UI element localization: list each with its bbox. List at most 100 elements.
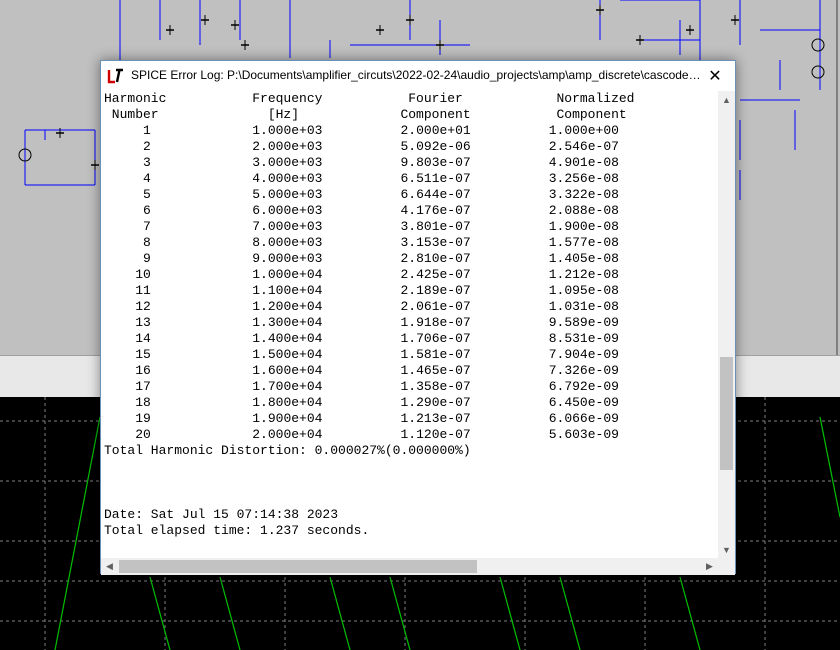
spice-error-log-dialog: SPICE Error Log: P:\Documents\amplifier_… xyxy=(100,60,736,575)
normalized-component-value: 2.088e-08 xyxy=(548,203,619,218)
frequency-value: 1.000e+03 xyxy=(252,123,323,138)
table-header-line-1: Harmonic Frequency Fourier Normalized xyxy=(104,91,635,106)
fourier-component-value: 3.801e-07 xyxy=(400,219,471,234)
harmonic-number: 2 xyxy=(143,139,151,154)
scroll-left-arrow-icon[interactable]: ◀ xyxy=(101,558,118,575)
elapsed-time-line: Total elapsed time: 1.237 seconds. xyxy=(104,523,370,538)
fourier-component-value: 1.581e-07 xyxy=(400,347,471,362)
table-row: 3 3.000e+03 9.803e-07 4.901e-08 xyxy=(104,155,619,170)
frequency-value: 1.000e+04 xyxy=(252,267,323,282)
waveform-trace xyxy=(389,576,411,650)
table-row: 10 1.000e+04 2.425e-07 1.212e-08 xyxy=(104,267,619,282)
harmonic-number: 1 xyxy=(143,123,151,138)
frequency-value: 1.900e+04 xyxy=(252,411,323,426)
harmonic-number: 10 xyxy=(135,267,151,282)
fourier-component-value: 2.810e-07 xyxy=(400,251,471,266)
ltspice-icon xyxy=(107,67,125,85)
waveform-trace xyxy=(54,416,101,650)
horizontal-scrollbar[interactable]: ◀ ▶ xyxy=(101,558,718,575)
fourier-component-value: 2.425e-07 xyxy=(400,267,471,282)
harmonic-number: 20 xyxy=(135,427,151,442)
table-row: 11 1.100e+04 2.189e-07 1.095e-08 xyxy=(104,283,619,298)
voltage-source-icon xyxy=(811,38,825,52)
frequency-value: 1.200e+04 xyxy=(252,299,323,314)
vertical-scroll-thumb[interactable] xyxy=(720,357,733,470)
harmonic-number: 9 xyxy=(143,251,151,266)
frequency-value: 2.000e+03 xyxy=(252,139,323,154)
table-row: 1 1.000e+03 2.000e+01 1.000e+00 xyxy=(104,123,619,138)
log-content[interactable]: Harmonic Frequency Fourier Normalized Nu… xyxy=(101,91,718,558)
frequency-value: 9.000e+03 xyxy=(252,251,323,266)
fourier-component-value: 1.465e-07 xyxy=(400,363,471,378)
normalized-component-value: 4.901e-08 xyxy=(548,155,619,170)
normalized-component-value: 7.326e-09 xyxy=(548,363,619,378)
table-row: 18 1.800e+04 1.290e-07 6.450e-09 xyxy=(104,395,619,410)
normalized-component-value: 5.603e-09 xyxy=(548,427,619,442)
normalized-component-value: 2.546e-07 xyxy=(548,139,619,154)
frequency-value: 4.000e+03 xyxy=(252,171,323,186)
table-row: 5 5.000e+03 6.644e-07 3.322e-08 xyxy=(104,187,619,202)
normalized-component-value: 1.000e+00 xyxy=(548,123,619,138)
harmonic-number: 12 xyxy=(135,299,151,314)
table-row: 9 9.000e+03 2.810e-07 1.405e-08 xyxy=(104,251,619,266)
harmonic-number: 7 xyxy=(143,219,151,234)
table-row: 8 8.000e+03 3.153e-07 1.577e-08 xyxy=(104,235,619,250)
fourier-component-value: 6.644e-07 xyxy=(400,187,471,202)
scroll-down-arrow-icon[interactable]: ▼ xyxy=(718,541,735,558)
fourier-component-value: 2.000e+01 xyxy=(400,123,471,138)
horizontal-scroll-thumb[interactable] xyxy=(119,560,477,573)
vertical-scrollbar[interactable]: ▲ ▼ xyxy=(718,91,735,558)
waveform-trace xyxy=(819,416,840,518)
normalized-component-value: 8.531e-09 xyxy=(548,331,619,346)
harmonic-number: 16 xyxy=(135,363,151,378)
frequency-value: 7.000e+03 xyxy=(252,219,323,234)
fourier-component-value: 1.358e-07 xyxy=(400,379,471,394)
fourier-component-value: 2.189e-07 xyxy=(400,283,471,298)
close-button[interactable]: ✕ xyxy=(695,61,735,91)
harmonic-number: 4 xyxy=(143,171,151,186)
fourier-component-value: 1.290e-07 xyxy=(400,395,471,410)
table-row: 15 1.500e+04 1.581e-07 7.904e-09 xyxy=(104,347,619,362)
harmonic-number: 19 xyxy=(135,411,151,426)
frequency-value: 5.000e+03 xyxy=(252,187,323,202)
frequency-value: 2.000e+04 xyxy=(252,427,323,442)
fourier-component-value: 1.918e-07 xyxy=(400,315,471,330)
waveform-trace xyxy=(219,576,241,650)
thd-line: Total Harmonic Distortion: 0.000027%(0.0… xyxy=(104,443,471,458)
dialog-titlebar[interactable]: SPICE Error Log: P:\Documents\amplifier_… xyxy=(101,61,735,91)
harmonic-number: 15 xyxy=(135,347,151,362)
table-row: 6 6.000e+03 4.176e-07 2.088e-08 xyxy=(104,203,619,218)
normalized-component-value: 1.212e-08 xyxy=(548,267,619,282)
frequency-value: 1.100e+04 xyxy=(252,283,323,298)
scrollbar-corner xyxy=(718,558,735,575)
fourier-component-value: 2.061e-07 xyxy=(400,299,471,314)
scroll-right-arrow-icon[interactable]: ▶ xyxy=(701,558,718,575)
normalized-component-value: 1.031e-08 xyxy=(548,299,619,314)
table-row: 13 1.300e+04 1.918e-07 9.589e-09 xyxy=(104,315,619,330)
frequency-value: 1.700e+04 xyxy=(252,379,323,394)
waveform-trace xyxy=(679,576,701,650)
date-line: Date: Sat Jul 15 07:14:38 2023 xyxy=(104,507,339,522)
harmonic-number: 6 xyxy=(143,203,151,218)
table-row: 7 7.000e+03 3.801e-07 1.900e-08 xyxy=(104,219,619,234)
normalized-component-value: 1.900e-08 xyxy=(548,219,619,234)
normalized-component-value: 1.405e-08 xyxy=(548,251,619,266)
fourier-component-value: 9.803e-07 xyxy=(400,155,471,170)
frequency-value: 6.000e+03 xyxy=(252,203,323,218)
fourier-component-value: 3.153e-07 xyxy=(400,235,471,250)
harmonic-number: 3 xyxy=(143,155,151,170)
harmonic-number: 14 xyxy=(135,331,151,346)
fourier-component-value: 1.213e-07 xyxy=(400,411,471,426)
fourier-component-value: 1.706e-07 xyxy=(400,331,471,346)
waveform-trace xyxy=(329,576,351,650)
frequency-value: 1.300e+04 xyxy=(252,315,323,330)
scroll-up-arrow-icon[interactable]: ▲ xyxy=(718,91,735,108)
normalized-component-value: 9.589e-09 xyxy=(548,315,619,330)
normalized-component-value: 3.256e-08 xyxy=(548,171,619,186)
normalized-component-value: 1.095e-08 xyxy=(548,283,619,298)
waveform-trace xyxy=(499,576,521,650)
table-row: 12 1.200e+04 2.061e-07 1.031e-08 xyxy=(104,299,619,314)
harmonic-number: 8 xyxy=(143,235,151,250)
harmonic-number: 13 xyxy=(135,315,151,330)
fourier-component-value: 1.120e-07 xyxy=(400,427,471,442)
